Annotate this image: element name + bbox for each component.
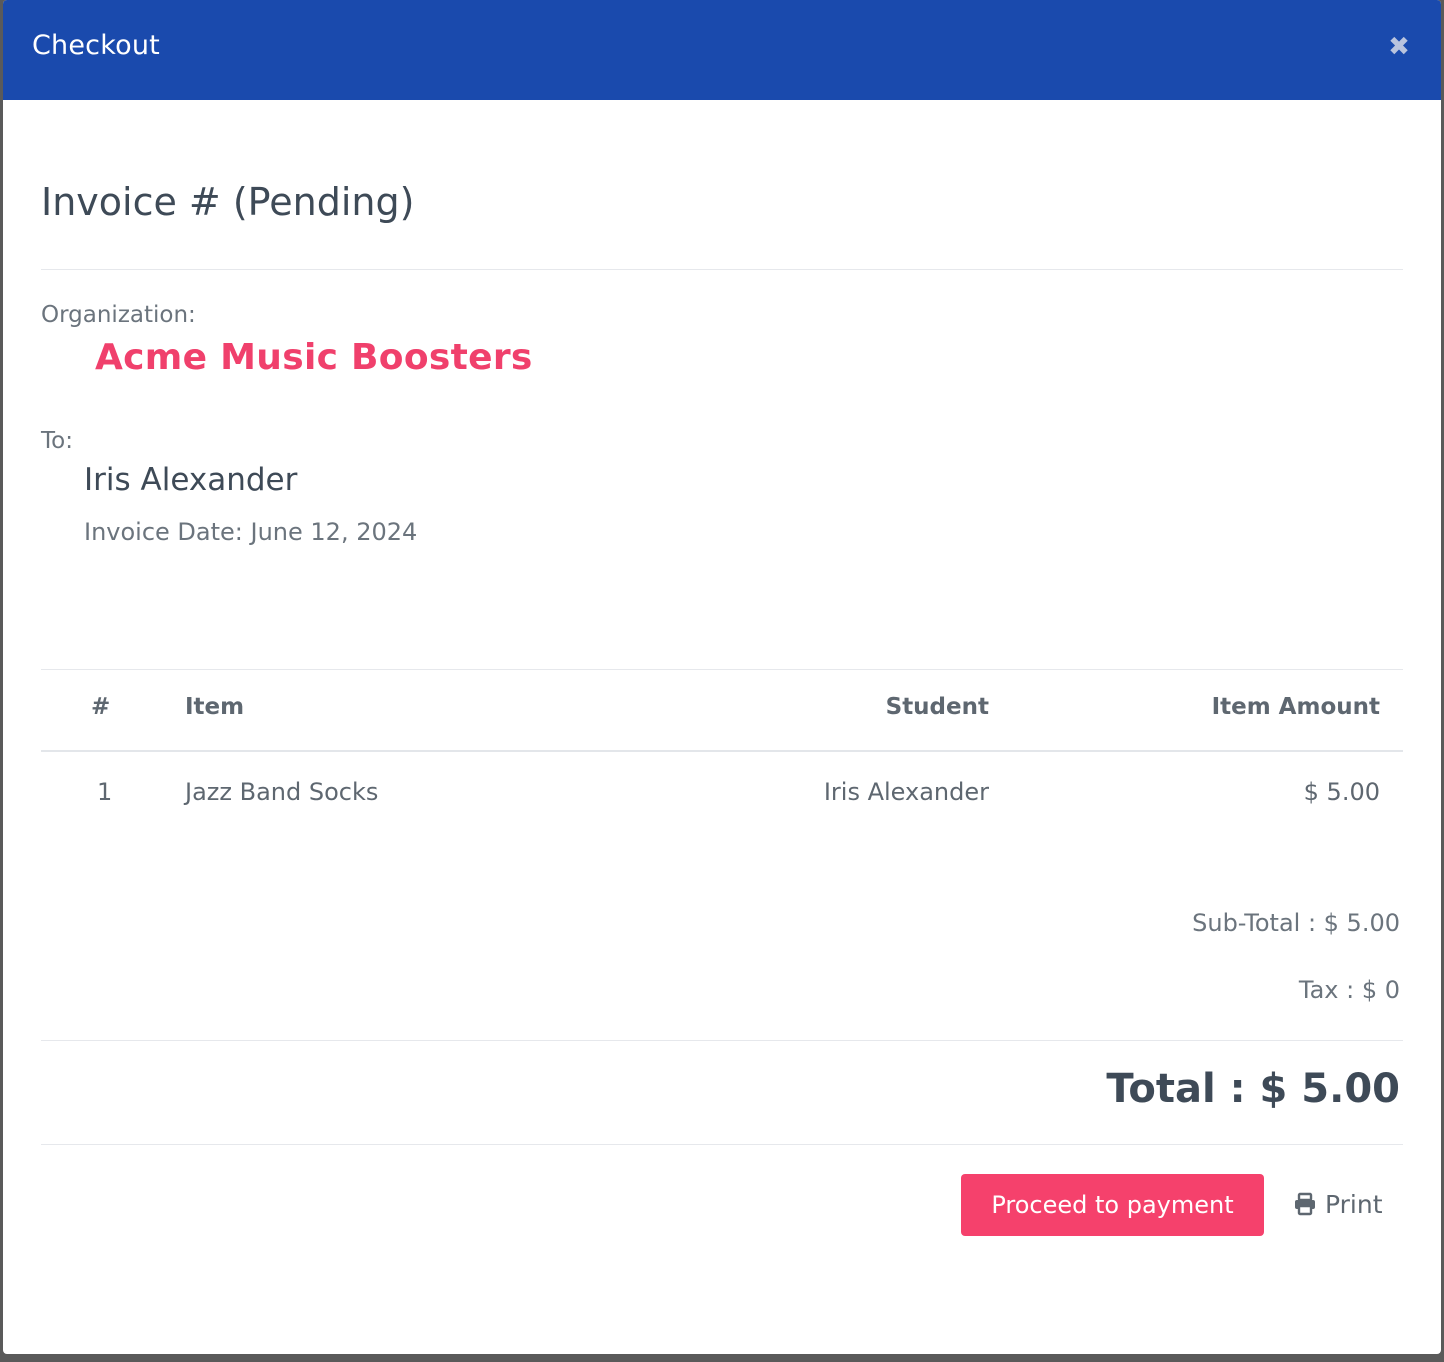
modal-title: Checkout — [32, 30, 160, 61]
tax: Tax : $ 0 — [1298, 976, 1400, 1004]
recipient-name: Iris Alexander — [84, 462, 298, 498]
row-student: Iris Alexander — [823, 778, 989, 806]
proceed-to-payment-button[interactable]: Proceed to payment — [961, 1174, 1264, 1236]
table-top-divider — [41, 669, 1403, 670]
row-item: Jazz Band Socks — [185, 778, 379, 806]
divider — [41, 1144, 1403, 1145]
table-header-divider — [41, 750, 1403, 752]
grand-total: Total : $ 5.00 — [1106, 1066, 1400, 1112]
modal-header: Checkout ✖ — [3, 0, 1441, 100]
checkout-modal: Checkout ✖ Invoice # (Pending) Organizat… — [3, 0, 1441, 1354]
row-amount: $ 5.00 — [1303, 778, 1380, 806]
column-header-item-amount: Item Amount — [1211, 694, 1380, 720]
column-header-item: Item — [185, 694, 245, 720]
close-icon[interactable]: ✖ — [1386, 34, 1412, 60]
invoice-heading: Invoice # (Pending) — [41, 180, 415, 224]
divider — [41, 269, 1403, 270]
to-label: To: — [41, 428, 73, 454]
row-number: 1 — [97, 778, 113, 806]
printer-icon — [1293, 1192, 1317, 1216]
print-button[interactable]: Print — [1293, 1184, 1383, 1224]
divider — [41, 1040, 1403, 1041]
subtotal: Sub-Total : $ 5.00 — [1192, 909, 1400, 937]
print-label: Print — [1325, 1189, 1383, 1219]
organization-name: Acme Music Boosters — [95, 337, 533, 378]
column-header-number: # — [91, 694, 111, 720]
column-header-student: Student — [885, 694, 989, 720]
invoice-date: Invoice Date: June 12, 2024 — [84, 518, 418, 546]
organization-label: Organization: — [41, 302, 196, 328]
